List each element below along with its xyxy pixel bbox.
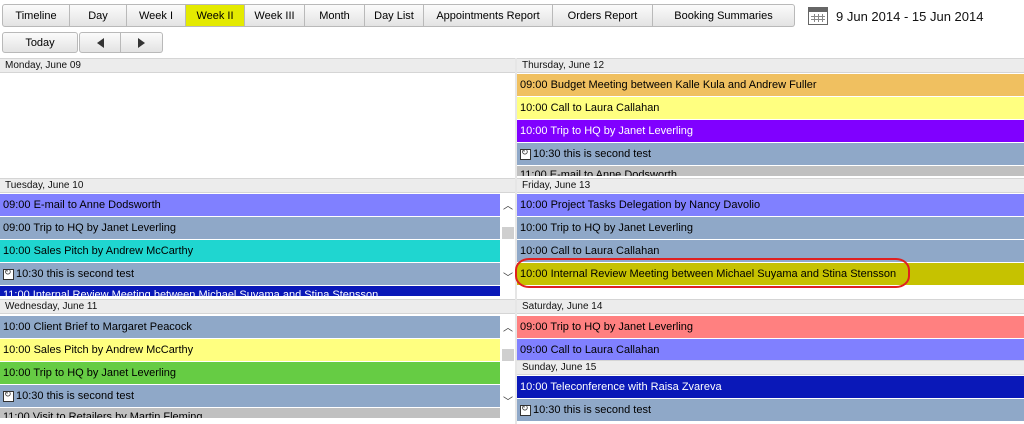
appointment-label: 09:00 Trip to HQ by Janet Leverling xyxy=(520,321,694,333)
tuesday-scrollbar[interactable]: ︿ ﹀ xyxy=(501,194,515,299)
appointment-item[interactable]: 10:30 this is second test xyxy=(0,263,500,285)
appointment-item[interactable]: 09:00 E-mail to Anne Dodsworth xyxy=(0,194,500,216)
tab-month[interactable]: Month xyxy=(305,4,365,27)
day-header-thursday: Thursday, June 12 xyxy=(517,58,1024,73)
appointment-label: 10:30 this is second test xyxy=(16,268,135,280)
day-cell-friday[interactable]: 10:00 Project Tasks Delegation by Nancy … xyxy=(517,194,1024,299)
appointment-label: 10:00 Client Brief to Margaret Peacock xyxy=(3,321,192,333)
recurrence-icon xyxy=(3,267,14,280)
scroll-down-icon[interactable]: ﹀ xyxy=(503,274,513,284)
appointment-label: 10:30 this is second test xyxy=(16,390,135,402)
appointment-item[interactable]: 09:00 Budget Meeting between Kalle Kula … xyxy=(517,74,1024,96)
appointment-item[interactable]: 10:00 Trip to HQ by Janet Leverling xyxy=(517,217,1024,239)
appointment-item[interactable]: 09:00 Trip to HQ by Janet Leverling xyxy=(517,316,1024,338)
today-button[interactable]: Today xyxy=(2,32,78,53)
tab-timeline[interactable]: Timeline xyxy=(2,4,70,27)
appointment-label: 10:30 this is second test xyxy=(533,148,652,160)
appointment-item[interactable]: 11:00 E-mail to Anne Dodsworth xyxy=(517,166,1024,176)
appointment-label: 10:00 Trip to HQ by Janet Leverling xyxy=(3,367,177,379)
appointment-label: 10:00 Call to Laura Callahan xyxy=(520,102,660,114)
day-cell-tuesday[interactable]: 09:00 E-mail to Anne Dodsworth 09:00 Trip… xyxy=(0,194,500,299)
tab-day-list[interactable]: Day List xyxy=(365,4,424,27)
next-button[interactable] xyxy=(121,32,163,53)
appointment-item[interactable]: 10:30 this is second test xyxy=(517,399,1024,421)
recurrence-icon xyxy=(520,147,531,160)
appointment-item[interactable]: 10:00 Trip to HQ by Janet Leverling xyxy=(0,362,500,384)
appointment-item[interactable]: 11:00 Visit to Retailers by Martin Flemi… xyxy=(0,408,500,418)
day-header-friday: Friday, June 13 xyxy=(517,178,1024,193)
recurrence-icon xyxy=(520,403,531,416)
appointment-label: 11:00 Visit to Retailers by Martin Flemi… xyxy=(3,411,203,418)
appointment-item[interactable]: 10:00 Call to Laura Callahan xyxy=(517,240,1024,262)
tab-appointments-report[interactable]: Appointments Report xyxy=(424,4,553,27)
day-cell-thursday[interactable]: 09:00 Budget Meeting between Kalle Kula … xyxy=(517,74,1024,178)
appointment-item[interactable]: 10:00 Internal Review Meeting between Mi… xyxy=(517,263,1024,285)
day-cell-wednesday[interactable]: 10:00 Client Brief to Margaret Peacock 10… xyxy=(0,316,500,424)
appointment-label: 10:30 this is second test xyxy=(533,404,652,416)
appointment-label: 10:00 Project Tasks Delegation by Nancy … xyxy=(520,199,761,211)
tab-week-1[interactable]: Week I xyxy=(127,4,186,27)
tab-orders-report[interactable]: Orders Report xyxy=(553,4,653,27)
date-range-picker[interactable]: 9 Jun 2014 - 15 Jun 2014 xyxy=(808,4,983,28)
toolbar: Timeline Day Week I Week II Week III Mon… xyxy=(0,0,1024,56)
week-calendar: Monday, June 09 Tuesday, June 10 09:00 E… xyxy=(0,58,1024,424)
tab-week-3[interactable]: Week III xyxy=(245,4,305,27)
previous-button[interactable] xyxy=(79,32,121,53)
scroll-thumb[interactable] xyxy=(502,227,514,239)
appointment-label: 10:00 Trip to HQ by Janet Leverling xyxy=(520,125,694,137)
appointment-item[interactable]: 09:00 Trip to HQ by Janet Leverling xyxy=(0,217,500,239)
appointment-label: 11:00 Internal Review Meeting between Mi… xyxy=(3,289,379,296)
appointment-item[interactable]: 10:00 Sales Pitch by Andrew McCarthy xyxy=(0,339,500,361)
appointment-item[interactable]: 10:00 Sales Pitch by Andrew McCarthy xyxy=(0,240,500,262)
day-cell-monday[interactable] xyxy=(0,73,515,178)
appointment-label: 09:00 Trip to HQ by Janet Leverling xyxy=(3,222,177,234)
arrow-right-icon xyxy=(138,37,145,48)
tab-day[interactable]: Day xyxy=(70,4,127,27)
appointment-item[interactable]: 10:30 this is second test xyxy=(517,143,1024,165)
appointment-item[interactable]: 10:00 Call to Laura Callahan xyxy=(517,97,1024,119)
day-header-saturday: Saturday, June 14 xyxy=(517,299,1024,314)
appointment-item[interactable]: 10:00 Client Brief to Margaret Peacock xyxy=(0,316,500,338)
day-header-sunday: Sunday, June 15 xyxy=(517,360,1024,375)
appointment-item[interactable]: 11:00 Internal Review Meeting between Mi… xyxy=(0,286,500,296)
day-header-tuesday: Tuesday, June 10 xyxy=(0,178,515,193)
appointment-label: 10:00 Call to Laura Callahan xyxy=(520,245,660,257)
view-tabs: Timeline Day Week I Week II Week III Mon… xyxy=(2,4,795,27)
appointment-label: 09:00 Budget Meeting between Kalle Kula … xyxy=(520,79,817,91)
scroll-up-icon[interactable]: ︿ xyxy=(503,324,513,334)
day-header-monday: Monday, June 09 xyxy=(0,58,515,73)
appointment-label: 10:00 Trip to HQ by Janet Leverling xyxy=(520,222,694,234)
appointment-label: 10:00 Teleconference with Raisa Zvareva xyxy=(520,381,722,393)
scroll-thumb[interactable] xyxy=(502,349,514,361)
arrow-left-icon xyxy=(96,37,104,48)
appointment-label: 11:00 E-mail to Anne Dodsworth xyxy=(520,169,677,176)
date-range-label: 9 Jun 2014 - 15 Jun 2014 xyxy=(836,8,984,24)
wednesday-scrollbar[interactable]: ︿ ﹀ xyxy=(501,316,515,424)
appointment-label: 09:00 Call to Laura Callahan xyxy=(520,344,660,356)
scroll-down-icon[interactable]: ﹀ xyxy=(503,398,513,408)
appointment-item[interactable]: 10:00 Project Tasks Delegation by Nancy … xyxy=(517,194,1024,216)
day-cell-sunday[interactable]: 10:00 Teleconference with Raisa Zvareva 1… xyxy=(517,376,1024,424)
day-header-wednesday: Wednesday, June 11 xyxy=(0,299,515,314)
tab-week-2[interactable]: Week II xyxy=(186,4,245,27)
appointment-label: 10:00 Sales Pitch by Andrew McCarthy xyxy=(3,245,194,257)
appointment-item[interactable]: 10:30 this is second test xyxy=(0,385,500,407)
tab-booking-summaries[interactable]: Booking Summaries xyxy=(653,4,795,27)
appointment-item[interactable]: 10:00 Teleconference with Raisa Zvareva xyxy=(517,376,1024,398)
appointment-item[interactable]: 10:00 Trip to HQ by Janet Leverling xyxy=(517,120,1024,142)
appointment-label: 10:00 Sales Pitch by Andrew McCarthy xyxy=(3,344,194,356)
recurrence-icon xyxy=(3,389,14,402)
appointment-label: 10:00 Internal Review Meeting between Mi… xyxy=(520,268,897,280)
appointment-label: 09:00 E-mail to Anne Dodsworth xyxy=(3,199,161,211)
appointment-item[interactable]: 09:00 Call to Laura Callahan xyxy=(517,339,1024,361)
scroll-up-icon[interactable]: ︿ xyxy=(503,202,513,212)
day-cell-saturday[interactable]: 09:00 Trip to HQ by Janet Leverling 09:00… xyxy=(517,316,1024,362)
calendar-icon[interactable] xyxy=(808,7,828,25)
